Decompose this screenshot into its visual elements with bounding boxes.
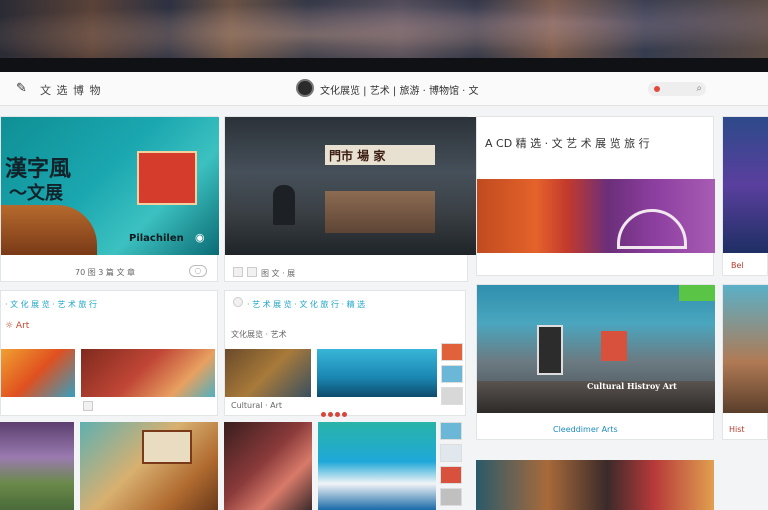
brush-icon[interactable]: ✎: [16, 82, 30, 96]
comment-button[interactable]: ◌: [189, 265, 207, 277]
hero-image: 漢字風 〜文展 Pilachilen ◉: [1, 117, 219, 255]
bottom-strip: [440, 422, 464, 510]
search-input[interactable]: ⌕: [648, 82, 706, 96]
feed-mid-sub: 文化展览 · 艺术: [231, 330, 287, 339]
monitor-bezel: [0, 58, 768, 72]
hero-card[interactable]: 漢字風 〜文展 Pilachilen ◉ 70 图 3 篇 文 章 ◌: [0, 116, 219, 282]
feed-left-card[interactable]: · 文 化 展 览 · 艺 术 旅 行 ☼ Art: [0, 290, 218, 416]
feed-left-thumb-1[interactable]: [1, 349, 75, 397]
top-bar: ✎ 文 选 博 物 文化展览 | 艺术 | 旅游 · 博物馆 · 文 ⌕: [0, 72, 768, 106]
bottom-thumb-2[interactable]: [80, 422, 218, 510]
screen: ✎ 文 选 博 物 文化展览 | 艺术 | 旅游 · 博物馆 · 文 ⌕ 漢字風…: [0, 72, 768, 510]
side-image-bottom: [723, 285, 768, 413]
promo-card[interactable]: Cultural Histroy Art Cleeddimer Arts: [476, 284, 715, 440]
background-photo: [0, 0, 768, 58]
image-icon[interactable]: [247, 267, 257, 277]
feed-mid-strip: [441, 343, 465, 413]
gallery-arch: [617, 209, 687, 249]
bottom-thumb-1[interactable]: [0, 422, 74, 510]
market-image: 門市 場 家: [225, 117, 477, 255]
stall-figure: [273, 185, 295, 225]
search-icon[interactable]: ⌕: [696, 83, 702, 94]
gallery-heading: A CD 精 选 · 文 艺 术 展 览 旅 行: [485, 137, 650, 150]
stall-sign-text: 門市 場 家: [329, 149, 386, 163]
feed-mid-thumb-2[interactable]: [317, 349, 437, 397]
side-card-top[interactable]: Bel: [722, 116, 768, 276]
feed-left-title: · 文 化 展 览 · 艺 术 旅 行: [5, 300, 97, 309]
select-checkbox[interactable]: [233, 267, 243, 277]
page-title: 文化展览 | 艺术 | 旅游 · 博物馆 · 文: [320, 86, 479, 97]
side-top-label: Bel: [731, 261, 744, 270]
avatar[interactable]: [296, 79, 314, 97]
hero-calligraphy-2: 〜文展: [9, 183, 63, 204]
red-sign: [137, 151, 197, 205]
notification-dot: [654, 86, 660, 92]
feed-mid-icon[interactable]: [233, 297, 243, 307]
market-card[interactable]: 門市 場 家 图 文 · 展: [224, 116, 477, 282]
promo-label: Cultural Histroy Art: [587, 381, 677, 391]
promo-tag: [679, 285, 715, 301]
promo-box: [537, 325, 563, 375]
hero-badge-icon: ◉: [195, 231, 205, 244]
feed-left-thumb-2[interactable]: [81, 349, 215, 397]
side-image-top: [723, 117, 768, 253]
promo-link[interactable]: Cleeddimer Arts: [553, 425, 618, 434]
promo-red-block: [601, 331, 627, 361]
feed-mid-card[interactable]: · 艺 术 展 览 · 文 化 旅 行 · 精 选 文化展览 · 艺术 Cult…: [224, 290, 466, 417]
bottom-thumb-5[interactable]: [476, 460, 714, 510]
bottom-thumb-3[interactable]: [224, 422, 312, 510]
feed-mid-thumb-1[interactable]: [225, 349, 311, 397]
side-bottom-label: Hist: [729, 425, 745, 434]
rating-dots: [321, 402, 349, 421]
feed-left-checkbox[interactable]: [83, 401, 93, 411]
bottom-thumb-2-sign: [142, 430, 192, 464]
market-meta: 图 文 · 展: [261, 269, 296, 278]
earth-texture: [1, 205, 97, 255]
bottom-thumb-4[interactable]: [318, 422, 436, 510]
feed-mid-title: · 艺 术 展 览 · 文 化 旅 行 · 精 选: [247, 300, 366, 309]
hero-meta: 70 图 3 篇 文 章: [75, 268, 135, 277]
side-card-bottom[interactable]: Hist: [722, 284, 768, 440]
feed-left-logo: ☼ Art: [5, 321, 30, 331]
app-title: 文 选 博 物: [40, 84, 102, 97]
gallery-image: [477, 179, 715, 253]
promo-image: Cultural Histroy Art: [477, 285, 715, 413]
feed-thumb-caption: Cultural · Art: [231, 401, 283, 410]
stall-counter: [325, 191, 435, 233]
hero-caption: Pilachilen: [129, 233, 184, 244]
gallery-card[interactable]: A CD 精 选 · 文 艺 术 展 览 旅 行: [476, 116, 715, 276]
